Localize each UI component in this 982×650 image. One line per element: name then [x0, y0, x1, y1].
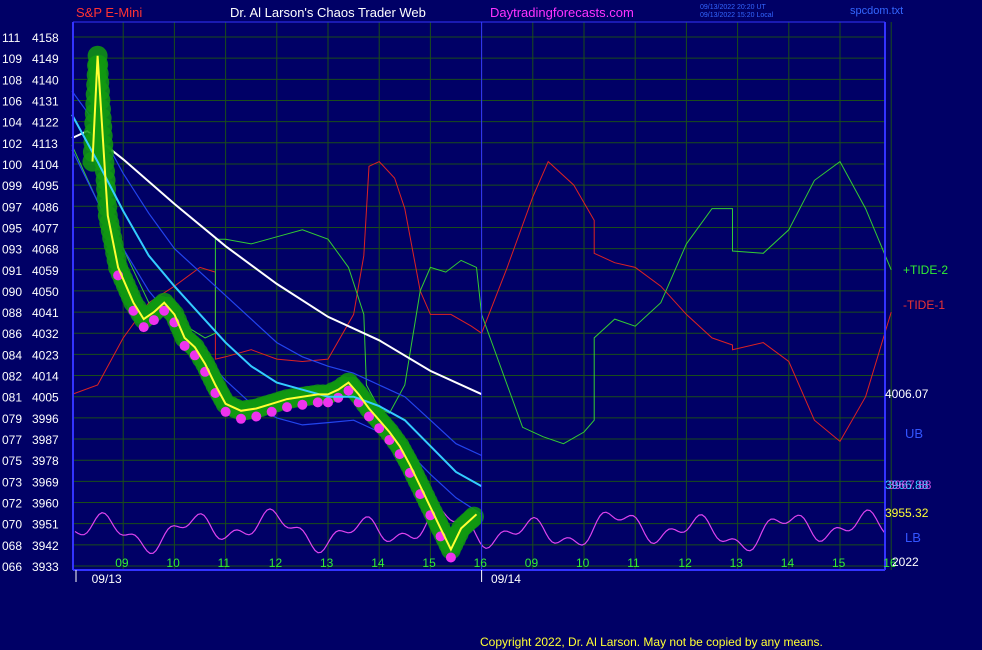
marker-dot-magenta [323, 397, 333, 408]
y-tick-index: 066 [2, 560, 22, 574]
y-tick-index: 068 [2, 539, 22, 553]
x-tick-hour: 15 [422, 556, 436, 570]
x-tick-hour: 11 [627, 556, 640, 570]
marker-dots [71, 45, 484, 563]
y-axis-labels: 111 4158 109 4149 108 4140 106 4131 104 4122 102 41… [2, 31, 59, 574]
axes [72, 21, 886, 582]
y-tick-index: 104 [2, 116, 22, 130]
y-tick-index: 077 [2, 433, 22, 447]
y-tick-index: 079 [2, 412, 22, 426]
header-symbol: S&P E-Mini [76, 5, 142, 20]
x-tick-hour: 12 [269, 556, 283, 570]
x-tick-hour: 13 [730, 556, 744, 570]
y-tick-price: 4149 [32, 52, 59, 66]
label-year: 2022 [892, 555, 919, 569]
y-tick-price: 4041 [32, 306, 59, 320]
label-tide1: -TIDE-1 [903, 298, 945, 312]
y-tick-index: 100 [2, 158, 22, 172]
x-tick-hour: 09 [525, 556, 539, 570]
y-tick-index: 075 [2, 454, 22, 468]
y-tick-index: 090 [2, 285, 22, 299]
y-tick-price: 3951 [32, 518, 59, 532]
x-tick-hour: 16 [474, 556, 488, 570]
marker-dot-magenta [220, 406, 231, 417]
y-tick-index: 093 [2, 243, 22, 257]
y-tick-index: 111 [2, 31, 21, 45]
x-tick-date: 09/14 [491, 572, 521, 586]
label-yellow-value: 3955.32 [885, 506, 929, 520]
y-tick-index: 072 [2, 497, 22, 511]
y-tick-price: 4086 [32, 200, 59, 214]
x-tick-hour: 13 [320, 556, 334, 570]
chart: 111 4158 109 4149 108 4140 106 4131 104 4122 102 41… [2, 4, 948, 649]
y-tick-price: 3942 [32, 539, 59, 553]
x-tick-hour: 14 [781, 556, 795, 570]
label-ub: UB [905, 426, 923, 441]
y-tick-price: 4077 [32, 221, 59, 235]
marker-dot-magenta [282, 402, 292, 413]
y-tick-price: 4113 [32, 137, 58, 151]
y-tick-price: 3987 [32, 433, 59, 447]
x-tick-hour: 14 [371, 556, 385, 570]
y-tick-index: 073 [2, 475, 22, 489]
x-tick-hour: 15 [832, 556, 846, 570]
y-tick-price: 4140 [32, 73, 59, 87]
y-tick-index: 095 [2, 221, 22, 235]
y-tick-price: 4032 [32, 327, 59, 341]
marker-dot-magenta [266, 406, 277, 417]
header-file: spcdom.txt [850, 5, 903, 17]
y-tick-index: 086 [2, 327, 22, 341]
y-tick-price: 4158 [32, 31, 59, 45]
y-tick-price: 4050 [32, 285, 59, 299]
marker-dot-magenta [251, 411, 262, 422]
header-site: Dr. Al Larson's Chaos Trader Web [230, 5, 426, 20]
y-tick-price: 4059 [32, 264, 59, 278]
marker-dot-magenta [148, 315, 159, 326]
y-tick-index: 082 [2, 370, 22, 384]
label-white-value: 4006.07 [885, 387, 929, 401]
y-tick-price: 4023 [32, 348, 59, 362]
header-url: Daytradingforecasts.com [490, 5, 634, 20]
y-tick-index: 084 [2, 348, 22, 362]
marker-dot-magenta [312, 397, 323, 408]
y-tick-price: 3978 [32, 454, 59, 468]
y-tick-index: 070 [2, 518, 22, 532]
y-tick-index: 088 [2, 306, 22, 320]
x-tick-hour: 10 [166, 556, 180, 570]
y-tick-price: 4068 [32, 243, 59, 257]
y-tick-index: 091 [2, 264, 22, 278]
x-tick-hour: 12 [678, 556, 692, 570]
marker-dot-magenta [297, 399, 308, 410]
marker-dot-magenta [445, 552, 456, 563]
y-tick-price: 4122 [32, 116, 59, 130]
label-lb: LB [905, 530, 921, 545]
x-tick-hour: 11 [218, 556, 231, 570]
y-tick-price: 3960 [32, 497, 59, 511]
y-tick-index: 099 [2, 179, 22, 193]
x-tick-date: 09/13 [92, 572, 122, 586]
copyright: Copyright 2022, Dr. Al Larson. May not b… [480, 635, 823, 649]
y-tick-price: 3933 [32, 560, 59, 574]
y-tick-price: 4104 [32, 158, 59, 172]
y-tick-price: 3969 [32, 475, 59, 489]
x-tick-hour: 09 [115, 556, 129, 570]
label-tide2: +TIDE-2 [903, 263, 948, 277]
y-tick-index: 102 [2, 137, 22, 151]
y-tick-price: 4014 [32, 370, 59, 384]
y-tick-index: 097 [2, 200, 22, 214]
y-tick-price: 4095 [32, 179, 59, 193]
y-tick-index: 109 [2, 52, 22, 66]
x-tick-hour: 10 [576, 556, 590, 570]
y-tick-index: 106 [2, 94, 22, 108]
y-tick-price: 4005 [32, 391, 59, 405]
marker-dot-magenta [236, 413, 246, 424]
header-stamp-local: 09/13/2022 15:20 Local [700, 12, 774, 19]
y-tick-index: 081 [2, 391, 22, 405]
y-tick-index: 108 [2, 73, 22, 87]
marker-dot-magenta [138, 322, 149, 333]
label-e-value: 3967.88 [888, 478, 932, 492]
y-tick-price: 3996 [32, 412, 59, 426]
header-stamp-ut: 09/13/2022 20:20 UT [700, 4, 766, 11]
y-tick-price: 4131 [32, 94, 59, 108]
